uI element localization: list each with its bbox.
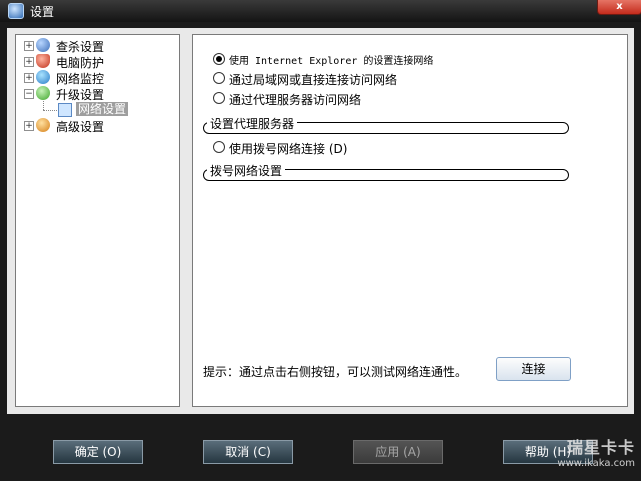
radio-label: 使用拨号网络连接 (D) — [229, 142, 348, 156]
advanced-icon — [36, 118, 50, 132]
shield-icon — [36, 54, 50, 68]
tree-guide-line — [43, 110, 57, 111]
connect-button[interactable]: 连接 — [496, 357, 571, 381]
tree-item-label: 查杀设置 — [56, 40, 105, 54]
watermark: 瑞星卡卡 www.ikaka.com — [525, 434, 635, 472]
network-monitor-icon — [36, 70, 50, 84]
window-title: 设置 — [30, 5, 55, 19]
app-icon — [8, 3, 24, 19]
tree-item-label: 网络设置 — [76, 102, 129, 116]
hint-text: 提示：通过点击右侧按钮，可以测试网络连通性。 — [203, 365, 468, 379]
dialog-body: + 查杀设置 + 电脑防护 + 网络监控 − 升级设置 网络设置 + 高级设置 … — [7, 28, 634, 414]
tree-item-label: 高级设置 — [56, 120, 105, 134]
radio-label: 使用 Internet Explorer 的设置连接网络 — [229, 56, 434, 67]
close-icon: x — [616, 1, 623, 12]
tree-guide-line — [43, 101, 44, 110]
settings-tree: + 查杀设置 + 电脑防护 + 网络监控 − 升级设置 网络设置 + 高级设置 — [15, 34, 180, 407]
radio-button[interactable] — [213, 72, 225, 84]
tree-item-label: 升级设置 — [56, 88, 105, 102]
radio-button[interactable] — [213, 92, 225, 104]
upgrade-icon — [36, 86, 50, 100]
cancel-button[interactable]: 取消 (C) — [203, 440, 293, 464]
settings-page-icon — [58, 103, 72, 117]
watermark-url: www.ikaka.com — [557, 458, 635, 469]
tree-item-label: 电脑防护 — [56, 56, 105, 70]
close-button[interactable]: x — [597, 0, 641, 15]
expand-icon[interactable]: + — [24, 121, 34, 131]
radio-label: 通过代理服务器访问网络 — [229, 93, 362, 107]
title-bar: 设置 x — [0, 0, 641, 22]
radio-label: 通过局域网或直接连接访问网络 — [229, 73, 398, 87]
ok-button[interactable]: 确定 (O) — [53, 440, 143, 464]
network-settings-panel: 使用 Internet Explorer 的设置连接网络 通过局域网或直接连接访… — [192, 34, 628, 407]
apply-button[interactable]: 应用 (A) — [353, 440, 443, 464]
radio-button[interactable] — [213, 53, 225, 65]
proxy-group-title: 设置代理服务器 — [207, 115, 298, 132]
expand-icon[interactable]: + — [24, 41, 34, 51]
expand-icon[interactable]: + — [24, 73, 34, 83]
radio-button[interactable] — [213, 141, 225, 153]
scan-icon — [36, 38, 50, 52]
dialup-group-title: 拨号网络设置 — [207, 162, 286, 179]
tree-item-label: 网络监控 — [56, 72, 105, 86]
expand-icon[interactable]: + — [24, 57, 34, 67]
watermark-brand: 瑞星卡卡 — [566, 438, 635, 457]
collapse-icon[interactable]: − — [24, 89, 34, 99]
